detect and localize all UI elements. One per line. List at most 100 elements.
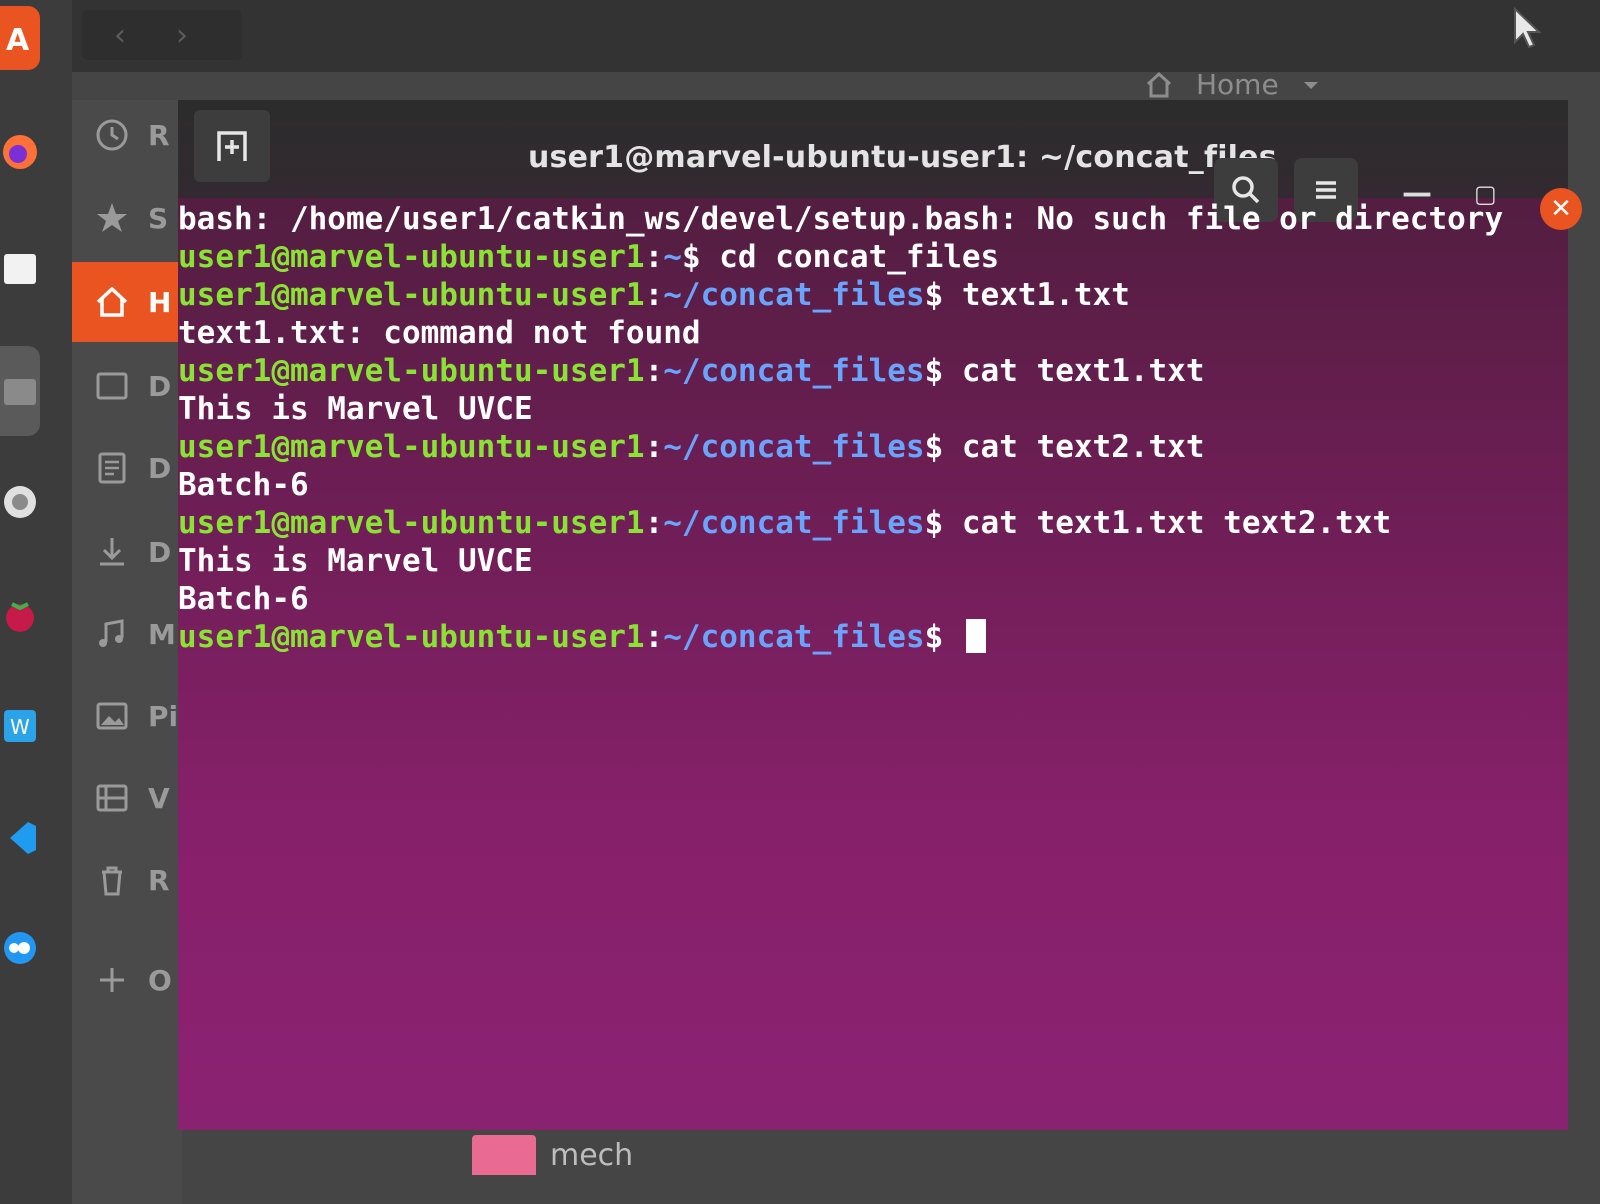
prompt-user: user1@marvel-ubuntu-user1 [178, 619, 645, 655]
sidebar-item-label: M [148, 617, 176, 651]
clock-icon [96, 119, 128, 151]
command-text: cat text2.txt [961, 429, 1205, 465]
sidebar-item-music[interactable]: M [72, 604, 182, 664]
home-icon [96, 286, 128, 317]
terminal-window: user1@marvel-ubuntu-user1: ~/concat_file… [178, 100, 1582, 1130]
editor-icon[interactable]: W [0, 694, 40, 758]
software-icon[interactable]: A [0, 6, 40, 70]
sidebar-item-label: D [148, 535, 172, 569]
terminal-line: Batch-6 [178, 466, 1568, 504]
prompt-user: user1@marvel-ubuntu-user1 [178, 277, 645, 313]
files-sidebar: R S H D D D M Pi V R O [72, 100, 182, 1204]
sidebar-item-label: Pi [148, 699, 179, 733]
terminal-line: user1@marvel-ubuntu-user1:~/concat_files… [178, 505, 1392, 541]
files-icon[interactable] [0, 236, 40, 300]
folder-name: mech [550, 1137, 634, 1173]
sidebar-item-videos[interactable]: V [72, 768, 182, 828]
new-tab-button[interactable] [194, 110, 270, 182]
command-text: cd concat_files [719, 239, 1000, 275]
sidebar-item-trash[interactable]: R [72, 850, 182, 910]
desktop-icon [96, 372, 128, 400]
prompt-path: ~/concat_files [663, 429, 925, 465]
terminal-line: user1@marvel-ubuntu-user1:~/concat_files… [178, 618, 1568, 656]
cloud-icon[interactable] [0, 916, 40, 980]
output-text: Batch-6 [178, 467, 309, 503]
sidebar-item-label: R [148, 118, 170, 152]
window-icon[interactable] [0, 346, 40, 436]
sidebar-item-pictures[interactable]: Pi [72, 686, 182, 746]
vscode-icon[interactable] [0, 806, 40, 870]
terminal-line: user1@marvel-ubuntu-user1:~$ cd concat_f… [178, 239, 1000, 275]
sidebar-item-starred[interactable]: S [72, 188, 182, 248]
folder-icon [472, 1135, 536, 1175]
settings-icon[interactable] [0, 470, 40, 534]
terminal-line: This is Marvel UVCE [178, 390, 1568, 428]
back-icon[interactable]: ‹ [114, 18, 126, 53]
forward-icon[interactable]: › [176, 18, 188, 53]
nav-buttons: ‹ › [82, 10, 242, 60]
terminal-cursor [965, 619, 986, 653]
sidebar-item-label: S [148, 201, 169, 235]
sidebar-item-desktop[interactable]: D [72, 356, 182, 416]
prompt-path: ~/concat_files [663, 277, 925, 313]
files-headerbar: ‹ › [72, 0, 1600, 72]
prompt-user: user1@marvel-ubuntu-user1 [178, 505, 645, 541]
prompt-user: user1@marvel-ubuntu-user1 [178, 429, 645, 465]
prompt-path: ~/concat_files [663, 505, 925, 541]
output-text: text1.txt: command not found [178, 315, 701, 351]
output-text: bash: /home/user1/catkin_ws/devel/setup.… [178, 201, 1504, 237]
mouse-pointer-icon [1514, 6, 1542, 49]
raspberry-icon[interactable] [0, 584, 40, 648]
trash-icon [102, 866, 122, 896]
prompt-user: user1@marvel-ubuntu-user1 [178, 353, 645, 389]
output-text: This is Marvel UVCE [178, 543, 533, 579]
terminal-line: user1@marvel-ubuntu-user1:~/concat_files… [178, 277, 1130, 313]
chevron-down-icon[interactable] [1301, 75, 1321, 95]
sidebar-item-downloads[interactable]: D [72, 522, 182, 582]
command-text: cat text1.txt [961, 353, 1205, 389]
svg-text:W: W [10, 715, 30, 739]
terminal-output[interactable]: bash: /home/user1/catkin_ws/devel/setup.… [178, 200, 1568, 656]
prompt-path: ~/concat_files [663, 619, 925, 655]
terminal-line: user1@marvel-ubuntu-user1:~/concat_files… [178, 429, 1205, 465]
prompt-path: ~/concat_files [663, 353, 925, 389]
command-text: cat text1.txt text2.txt [961, 505, 1392, 541]
music-icon [99, 619, 124, 647]
prompt-path: ~ [663, 239, 682, 275]
plus-icon [100, 968, 124, 992]
sidebar-item-label: H [148, 285, 172, 319]
command-text: text1.txt [961, 277, 1130, 313]
terminal-line: Batch-6 [178, 580, 1568, 618]
sidebar-item-label: O [148, 963, 172, 997]
sidebar-item-documents[interactable]: D [72, 438, 182, 498]
output-text: This is Marvel UVCE [178, 391, 533, 427]
sidebar-item-label: R [148, 863, 170, 897]
dock: A W [0, 0, 72, 1204]
star-icon [97, 203, 127, 232]
terminal-line: bash: /home/user1/catkin_ws/devel/setup.… [178, 200, 1568, 238]
sidebar-item-home[interactable]: H [72, 262, 182, 342]
download-icon [100, 538, 124, 566]
terminal-line: user1@marvel-ubuntu-user1:~/concat_files… [178, 353, 1205, 389]
sidebar-item-label: D [148, 369, 172, 403]
terminal-titlebar: user1@marvel-ubuntu-user1: ~/concat_file… [178, 100, 1568, 198]
home-path-icon [1146, 71, 1172, 97]
svg-text:A: A [6, 23, 30, 56]
documents-icon [98, 452, 126, 484]
video-icon [96, 784, 128, 812]
terminal-line: This is Marvel UVCE [178, 542, 1568, 580]
new-tab-icon [217, 131, 247, 161]
sidebar-item-recent[interactable]: R [72, 105, 182, 165]
firefox-icon[interactable] [0, 120, 40, 184]
pictures-icon [96, 702, 128, 730]
prompt-user: user1@marvel-ubuntu-user1 [178, 239, 645, 275]
sidebar-item-label: V [148, 781, 170, 815]
terminal-title: user1@marvel-ubuntu-user1: ~/concat_file… [528, 140, 1277, 175]
path-bar[interactable]: Home [1144, 68, 1321, 101]
output-text: Batch-6 [178, 581, 309, 617]
sidebar-item-other-locations[interactable]: O [72, 950, 182, 1010]
terminal-line: text1.txt: command not found [178, 314, 1568, 352]
folder-item[interactable]: mech [472, 1135, 633, 1175]
sidebar-item-label: D [148, 451, 172, 485]
path-home-label: Home [1196, 68, 1279, 101]
